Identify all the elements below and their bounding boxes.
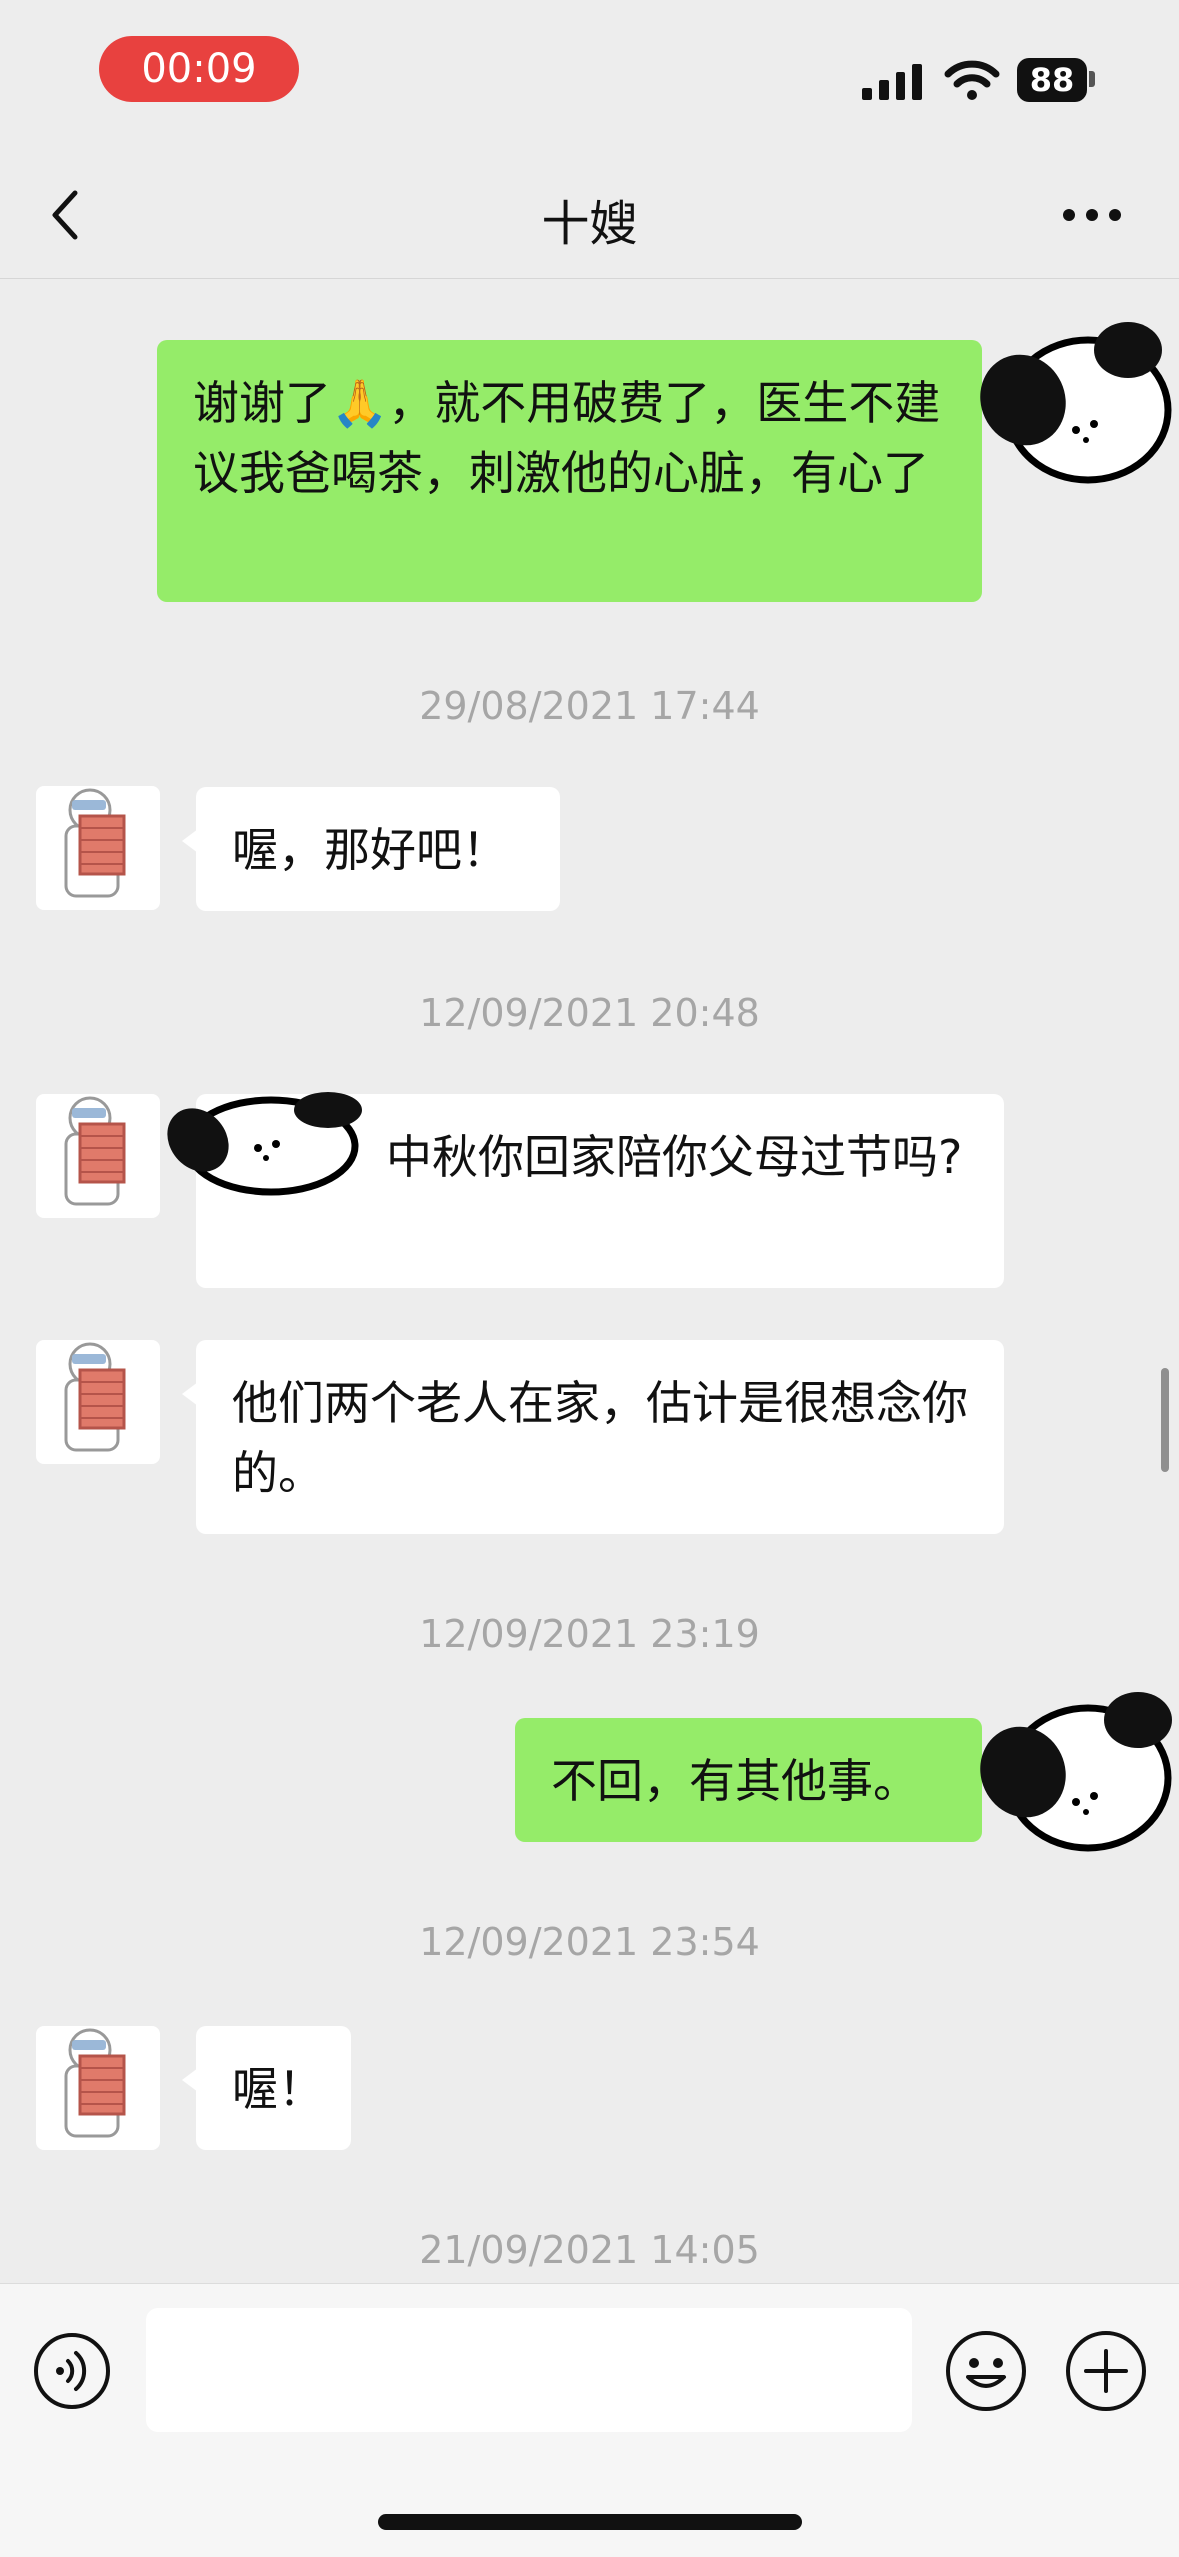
message-bubble-received[interactable]: 他们两个老人在家，估计是很想念你的。 (182, 1340, 1004, 1534)
message-bubble-received[interactable]: 喔！ (182, 2026, 351, 2150)
message-bubble-received[interactable]: 喔，那好吧！ (182, 787, 560, 911)
message-text: 喔！ (232, 2062, 324, 2116)
contact-avatar[interactable] (36, 2026, 160, 2150)
avatar-illustration-icon (64, 788, 126, 898)
battery-level: 88 (1029, 61, 1075, 99)
message-text: 中秋你回家陪你父母过节吗? (386, 1130, 963, 1184)
battery-indicator: 88 (1017, 58, 1087, 102)
message-input[interactable] (146, 2308, 912, 2432)
avatar-illustration-icon (64, 1096, 126, 1206)
avatar-illustration-icon (64, 1342, 126, 1452)
message-input-bar (0, 2283, 1179, 2557)
chat-header: 十嫂 (0, 150, 1179, 279)
message-text: 他们两个老人在家，估计是很想念你的。 (232, 1376, 968, 1500)
avatar-illustration-icon (64, 2028, 126, 2138)
emoji-icon[interactable] (944, 2329, 1028, 2413)
contact-avatar[interactable] (36, 786, 160, 910)
scroll-indicator[interactable] (1161, 1368, 1169, 1472)
message-bubble-sent[interactable]: 不回，有其他事。 (515, 1718, 996, 1842)
panda-sticker-icon (980, 1692, 1172, 1852)
timestamp: 12/09/2021 20:48 (419, 991, 760, 1035)
message-text: 不回，有其他事。 (551, 1754, 919, 1808)
timestamp: 29/08/2021 17:44 (419, 684, 760, 728)
wifi-icon (944, 60, 1000, 100)
more-horizontal-icon[interactable] (1062, 208, 1122, 222)
screen-recording-indicator[interactable]: 00:09 (99, 36, 299, 102)
timestamp: 12/09/2021 23:54 (419, 1920, 760, 1964)
panda-sticker-icon (980, 322, 1172, 484)
message-bubble-sent[interactable]: 谢谢了🙏，就不用破费了，医生不建议我爸喝茶，刺激他的心脏，有心了 (157, 340, 996, 602)
plus-icon[interactable] (1064, 2329, 1148, 2413)
timestamp: 21/09/2021 14:05 (419, 2228, 760, 2272)
message-text: 喔，那好吧！ (232, 823, 508, 877)
contact-avatar[interactable] (36, 1340, 160, 1464)
battery-tip (1089, 71, 1095, 87)
recording-time: 00:09 (141, 46, 257, 92)
cellular-signal-icon (862, 62, 922, 100)
panda-sticker-icon (167, 1092, 362, 1196)
chat-title: 十嫂 (541, 196, 638, 252)
voice-icon[interactable] (32, 2331, 112, 2411)
home-indicator[interactable] (378, 2514, 802, 2530)
contact-avatar[interactable] (36, 1094, 160, 1218)
timestamp: 12/09/2021 23:19 (419, 1612, 760, 1656)
message-text: 谢谢了🙏，就不用破费了，医生不建议我爸喝茶，刺激他的心脏，有心了 (193, 376, 941, 500)
